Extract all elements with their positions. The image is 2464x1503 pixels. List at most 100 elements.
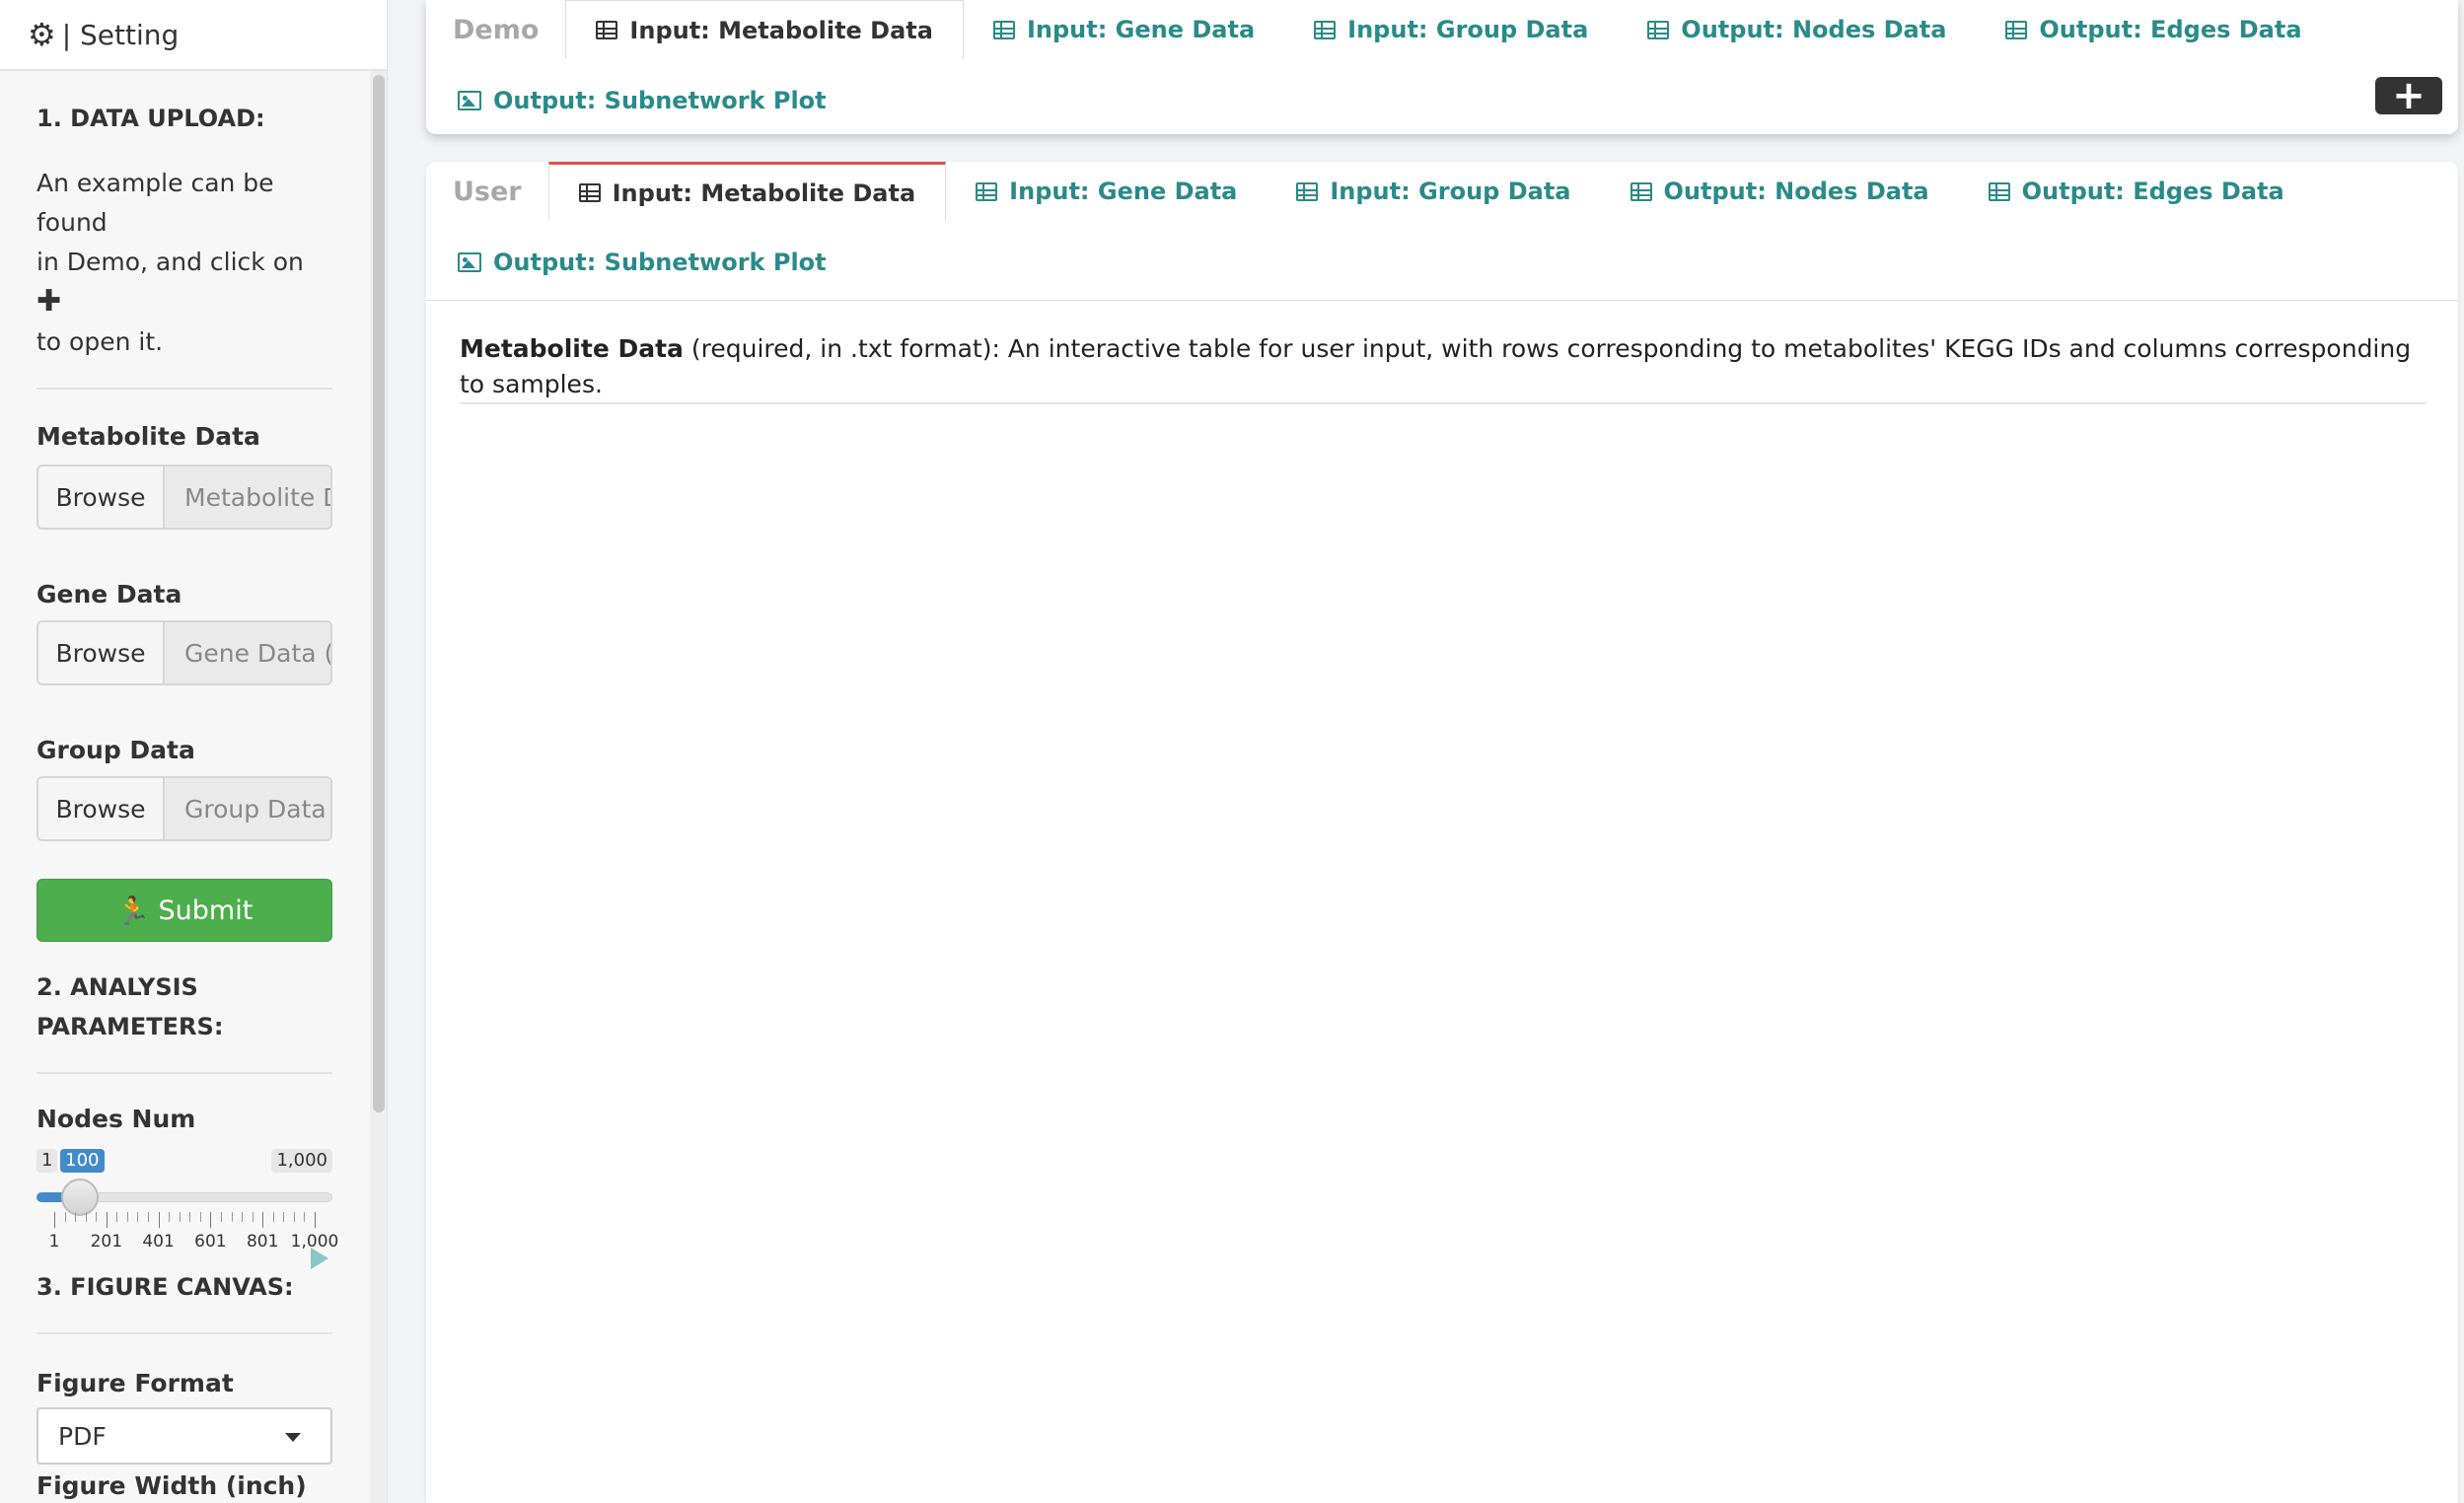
nodes-num-label: Nodes Num (36, 1105, 196, 1133)
user-tab-input-metabolite[interactable]: Input: Metabolite Data (547, 162, 947, 221)
slider-tick (231, 1212, 233, 1222)
slider-tick (85, 1212, 87, 1222)
section-data-upload-title: 1. DATA UPLOAD: (36, 105, 265, 132)
plus-icon: + (2392, 73, 2426, 118)
caret-down-icon (285, 1433, 301, 1442)
table-icon (1296, 181, 1319, 201)
sidebar-header: ⚙ | Setting (0, 0, 387, 71)
slider-tick (64, 1212, 66, 1222)
slider-min-badge: 1 (36, 1149, 58, 1173)
slider-tick-label: 201 (90, 1232, 123, 1252)
image-icon (458, 252, 481, 272)
metabolite-browse-button[interactable]: Browse (38, 466, 165, 528)
gene-browse-button[interactable]: Browse (38, 622, 165, 683)
metabolite-filename-field[interactable]: Metabolite Data (165, 466, 330, 528)
slider-tick-label: 401 (142, 1232, 175, 1252)
section-analysis-title: 2. ANALYSIS PARAMETERS: (36, 973, 224, 1040)
slider-tick (169, 1212, 171, 1222)
sidebar-scrollbar-thumb[interactable] (373, 75, 385, 1112)
demo-tabs-row-2: Output: Subnetwork Plot (426, 71, 856, 130)
figure-width-label: Figure Width (inch) (36, 1471, 307, 1500)
table-icon (992, 20, 1015, 39)
slider-tick (158, 1212, 160, 1228)
slider-tick (242, 1212, 244, 1222)
nodes-num-slider[interactable]: 1 100 1,000 1 201 401 601 801 1,000 (36, 1149, 338, 1269)
user-tab-output-nodes[interactable]: Output: Nodes Data (1601, 162, 1959, 221)
submit-button[interactable]: 🏃 Submit (36, 879, 332, 942)
slider-tick (304, 1212, 306, 1222)
slider-tick (283, 1212, 285, 1222)
table-icon (1314, 20, 1337, 39)
table-icon (578, 183, 601, 202)
figure-format-value: PDF (58, 1421, 107, 1451)
slider-tick (189, 1212, 191, 1222)
table-icon (2005, 20, 2028, 39)
sidebar-title: | Setting (61, 18, 180, 51)
content-divider (460, 402, 2426, 404)
table-icon (1647, 20, 1670, 39)
slider-tick-label: 1,000 (290, 1232, 339, 1252)
table-icon (976, 181, 998, 201)
demo-panel: Demo Input: Metabolite Data Input: Gene … (426, 0, 2458, 134)
description-text: (required, in .txt format): An interacti… (460, 334, 2412, 398)
user-tab-output-subnetwork-plot[interactable]: Output: Subnetwork Plot (426, 233, 856, 292)
slider-handle[interactable] (61, 1179, 100, 1216)
metabolite-file-input[interactable]: Browse Metabolite Data (36, 465, 332, 530)
user-panel: User Input: Metabolite Data Input: Gene … (426, 162, 2458, 1503)
user-tab-input-gene[interactable]: Input: Gene Data (946, 162, 1267, 221)
demo-tab-output-edges[interactable]: Output: Edges Data (1976, 0, 2331, 59)
plus-icon: ✚ (36, 284, 62, 319)
gene-file-input[interactable]: Browse Gene Data ( (36, 620, 332, 685)
figure-format-label: Figure Format (36, 1369, 234, 1397)
slider-tick (199, 1212, 201, 1222)
slider-tick (54, 1212, 55, 1228)
slider-tick (126, 1212, 128, 1222)
tabs-underline (426, 300, 2458, 301)
sidebar: ⚙ | Setting 1. DATA UPLOAD: An example c… (0, 0, 388, 1503)
gene-filename-field[interactable]: Gene Data ( (165, 622, 330, 683)
demo-tab-input-metabolite[interactable]: Input: Metabolite Data (565, 0, 964, 59)
slider-tick (96, 1212, 98, 1222)
section-figure-canvas-title: 3. FIGURE CANVAS: (36, 1273, 294, 1301)
group-browse-button[interactable]: Browse (38, 778, 165, 839)
slider-tick (272, 1212, 274, 1222)
user-tab-input-group[interactable]: Input: Group Data (1267, 162, 1600, 221)
demo-tab-output-nodes[interactable]: Output: Nodes Data (1618, 0, 1976, 59)
slider-ticks (36, 1212, 332, 1228)
slider-max-badge: 1,000 (271, 1149, 332, 1173)
slider-tick (137, 1212, 139, 1222)
slider-tick-label: 601 (194, 1232, 227, 1252)
description-bold: Metabolite Data (460, 334, 684, 363)
slider-tick (252, 1212, 254, 1222)
expand-demo-button[interactable]: + (2375, 73, 2442, 118)
slider-tick (220, 1212, 222, 1222)
example-description: An example can be found in Demo, and cli… (36, 169, 304, 356)
figure-format-select[interactable]: PDF (36, 1407, 332, 1465)
slider-tick (315, 1212, 316, 1228)
slider-tick-label: 1 (48, 1232, 60, 1252)
slider-value-badge: 100 (60, 1149, 105, 1173)
table-icon (1988, 181, 2010, 201)
slider-tick (179, 1212, 181, 1222)
demo-tab-input-gene[interactable]: Input: Gene Data (964, 0, 1284, 59)
demo-tabs-row-1: Demo Input: Metabolite Data Input: Gene … (426, 0, 2332, 59)
slider-tick (116, 1212, 118, 1222)
group-filename-field[interactable]: Group Data (165, 778, 330, 839)
user-tabs-row-1: User Input: Metabolite Data Input: Gene … (426, 162, 2314, 221)
table-icon (1630, 181, 1652, 201)
user-tab-output-edges[interactable]: Output: Edges Data (1959, 162, 2314, 221)
demo-panel-title: Demo (453, 14, 540, 45)
slider-tick (106, 1212, 108, 1228)
slider-tick (148, 1212, 150, 1222)
table-icon (596, 21, 618, 39)
demo-tab-input-group[interactable]: Input: Group Data (1284, 0, 1618, 59)
user-panel-title: User (453, 176, 522, 207)
image-icon (458, 91, 481, 110)
sidebar-body: 1. DATA UPLOAD: An example can be found … (36, 71, 338, 1503)
demo-tab-output-subnetwork-plot[interactable]: Output: Subnetwork Plot (426, 71, 856, 130)
group-file-input[interactable]: Browse Group Data (36, 776, 332, 841)
submit-label: Submit (158, 895, 254, 926)
user-tabs-row-2: Output: Subnetwork Plot (426, 233, 856, 292)
slider-tick (210, 1212, 212, 1228)
sidebar-scrollbar[interactable] (370, 71, 387, 1503)
